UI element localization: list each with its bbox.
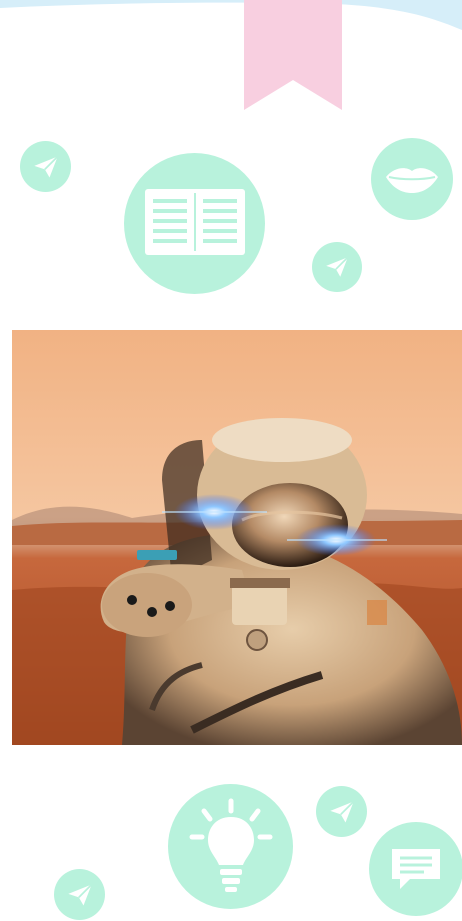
book-icon (144, 188, 245, 255)
bookmark-ribbon-icon (244, 0, 342, 110)
top-wave-decoration (0, 0, 462, 30)
lips-icon (386, 168, 438, 193)
book-badge (124, 153, 265, 294)
paper-plane-icon (329, 800, 354, 822)
paper-plane-badge-bottom-upper (316, 786, 367, 837)
lightbulb-badge (168, 784, 293, 909)
paper-plane-badge-small (312, 242, 362, 292)
chat-bubble-icon (392, 849, 440, 889)
paper-plane-icon (326, 256, 349, 277)
astronaut-on-mars-image (12, 330, 462, 745)
chat-badge (369, 822, 462, 916)
paper-plane-badge-bottom-left (54, 869, 105, 920)
lips-badge (371, 138, 453, 220)
paper-plane-icon (33, 155, 58, 177)
paper-plane-badge-top-left (20, 141, 71, 192)
lightbulb-icon (189, 798, 272, 892)
paper-plane-icon (67, 883, 92, 905)
